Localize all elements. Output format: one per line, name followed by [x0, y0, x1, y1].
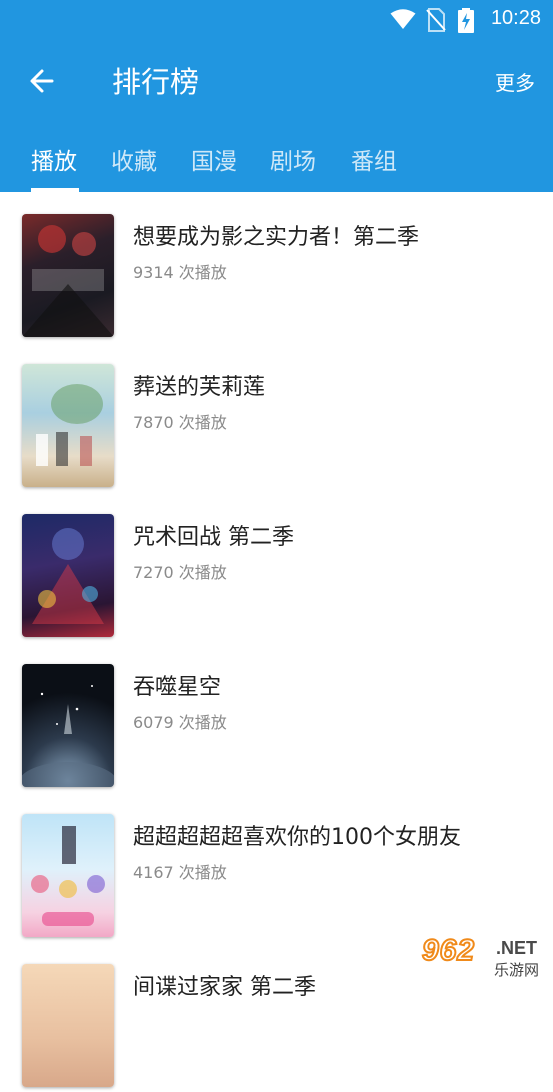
tab-bangumi[interactable]: 番组: [351, 142, 397, 176]
cover-image: [22, 814, 114, 937]
item-title: 想要成为影之实力者！第二季: [133, 225, 420, 250]
app-header: 10:28 排行榜 更多 播放 收藏 国漫 剧场 番组: [0, 0, 553, 192]
tab-theater[interactable]: 剧场: [270, 142, 316, 176]
item-title: 间谍过家家 第二季: [133, 975, 316, 1000]
play-count: 4167 次播放: [133, 863, 227, 882]
list-item[interactable]: 葬送的芙莉莲 7870 次播放: [0, 342, 553, 492]
toolbar: 排行榜 更多: [0, 38, 553, 124]
item-title: 葬送的芙莉莲: [133, 375, 266, 400]
cover-image: [22, 214, 114, 337]
play-count: 6079 次播放: [133, 713, 227, 732]
item-title: 吞噬星空: [133, 675, 222, 700]
list-item[interactable]: 咒术回战 第二季 7270 次播放: [0, 492, 553, 642]
no-sim-icon: [426, 8, 446, 32]
play-count: 7870 次播放: [133, 413, 227, 432]
cover-image: [22, 514, 114, 637]
battery-charging-icon: [458, 8, 474, 33]
watermark-site: 乐游网: [494, 961, 540, 979]
tab-favorite[interactable]: 收藏: [111, 142, 157, 176]
tab-guoman[interactable]: 国漫: [191, 142, 237, 176]
watermark-number: 962: [421, 933, 476, 968]
site-watermark: 962 .NET 乐游网: [414, 933, 549, 980]
more-button[interactable]: 更多: [495, 67, 535, 96]
status-bar: 10:28: [0, 0, 553, 38]
item-title: 超超超超超喜欢你的100个女朋友: [133, 825, 461, 850]
list-item[interactable]: 吞噬星空 6079 次播放: [0, 642, 553, 792]
cover-image: [22, 664, 114, 787]
page-title: 排行榜: [112, 65, 200, 99]
cover-image: [22, 964, 114, 1087]
list-item[interactable]: 超超超超超喜欢你的100个女朋友 4167 次播放: [0, 792, 553, 942]
item-title: 咒术回战 第二季: [133, 525, 294, 550]
wifi-icon: [390, 9, 416, 29]
play-count: 7270 次播放: [133, 563, 227, 582]
tab-play[interactable]: 播放: [31, 142, 77, 176]
play-count: 9314 次播放: [133, 263, 227, 282]
watermark-suffix: .NET: [496, 938, 538, 958]
arrow-left-icon[interactable]: [22, 60, 64, 102]
tab-bar: 播放 收藏 国漫 剧场 番组: [0, 124, 553, 192]
cover-image: [22, 364, 114, 487]
list-item[interactable]: 想要成为影之实力者！第二季 9314 次播放: [0, 192, 553, 342]
status-time: 10:28: [490, 7, 541, 29]
